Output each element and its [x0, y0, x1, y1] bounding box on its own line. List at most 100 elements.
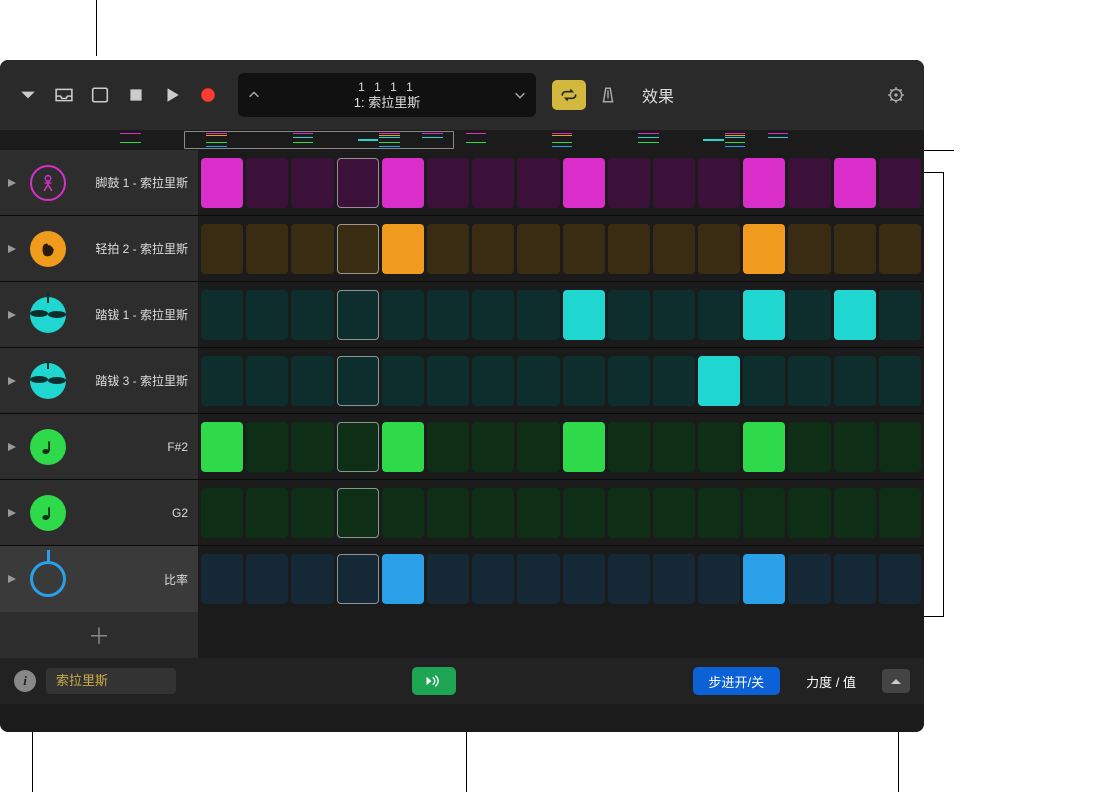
step-cell[interactable] [879, 158, 921, 208]
step-cell[interactable] [337, 158, 379, 208]
step-cell[interactable] [743, 158, 785, 208]
step-cell[interactable] [834, 422, 876, 472]
step-cell[interactable] [698, 290, 740, 340]
step-cell[interactable] [788, 356, 830, 406]
step-cell[interactable] [291, 422, 333, 472]
step-cell[interactable] [291, 158, 333, 208]
step-cell[interactable] [427, 290, 469, 340]
metronome-icon[interactable] [594, 81, 622, 109]
step-cell[interactable] [834, 356, 876, 406]
step-cell[interactable] [563, 158, 605, 208]
row-header[interactable]: 踏钹 1 - 索拉里斯 [0, 282, 198, 347]
step-cell[interactable] [834, 554, 876, 604]
step-cell[interactable] [743, 554, 785, 604]
step-cell[interactable] [201, 356, 243, 406]
menu-dropdown-icon[interactable] [14, 81, 42, 109]
step-cell[interactable] [788, 158, 830, 208]
step-cell[interactable] [382, 290, 424, 340]
step-cell[interactable] [608, 158, 650, 208]
step-cell[interactable] [427, 488, 469, 538]
row-play-icon[interactable] [0, 310, 24, 320]
row-header[interactable]: 轻拍 2 - 索拉里斯 [0, 216, 198, 281]
step-cell[interactable] [563, 488, 605, 538]
step-cell[interactable] [879, 488, 921, 538]
step-cell[interactable] [563, 290, 605, 340]
step-cell[interactable] [834, 290, 876, 340]
step-cell[interactable] [246, 356, 288, 406]
step-cell[interactable] [201, 488, 243, 538]
step-cell[interactable] [653, 554, 695, 604]
step-cell[interactable] [517, 158, 559, 208]
step-cell[interactable] [698, 158, 740, 208]
step-cell[interactable] [517, 488, 559, 538]
step-cell[interactable] [472, 224, 514, 274]
mode-velocity-value[interactable]: 力度 / 值 [790, 667, 872, 695]
step-cell[interactable] [743, 422, 785, 472]
step-cell[interactable] [879, 422, 921, 472]
step-cell[interactable] [427, 224, 469, 274]
step-cell[interactable] [608, 488, 650, 538]
step-cell[interactable] [427, 422, 469, 472]
row-play-icon[interactable] [0, 244, 24, 254]
settings-gear-icon[interactable] [882, 81, 910, 109]
step-cell[interactable] [382, 488, 424, 538]
stop-button[interactable] [122, 81, 150, 109]
step-cell[interactable] [472, 554, 514, 604]
step-cell[interactable] [291, 488, 333, 538]
row-play-icon[interactable] [0, 376, 24, 386]
step-cell[interactable] [291, 356, 333, 406]
step-cell[interactable] [382, 422, 424, 472]
step-cell[interactable] [563, 356, 605, 406]
record-button[interactable] [194, 81, 222, 109]
row-play-icon[interactable] [0, 178, 24, 188]
pattern-overview[interactable] [0, 130, 924, 150]
step-cell[interactable] [246, 290, 288, 340]
step-cell[interactable] [291, 290, 333, 340]
step-cell[interactable] [563, 422, 605, 472]
step-cell[interactable] [291, 554, 333, 604]
play-button[interactable] [158, 81, 186, 109]
step-cell[interactable] [879, 290, 921, 340]
row-header[interactable]: G2 [0, 480, 198, 545]
lcd-display[interactable]: 1 1 1 1 1: 索拉里斯 [238, 73, 536, 117]
row-play-icon[interactable] [0, 442, 24, 452]
step-cell[interactable] [834, 224, 876, 274]
step-cell[interactable] [201, 158, 243, 208]
step-cell[interactable] [698, 356, 740, 406]
step-cell[interactable] [653, 356, 695, 406]
row-play-icon[interactable] [0, 508, 24, 518]
step-cell[interactable] [337, 554, 379, 604]
step-cell[interactable] [427, 356, 469, 406]
view-icon[interactable] [86, 81, 114, 109]
step-cell[interactable] [382, 224, 424, 274]
step-cell[interactable] [743, 224, 785, 274]
step-cell[interactable] [246, 554, 288, 604]
step-cell[interactable] [743, 488, 785, 538]
step-cell[interactable] [517, 554, 559, 604]
step-cell[interactable] [834, 488, 876, 538]
step-cell[interactable] [201, 422, 243, 472]
step-cell[interactable] [517, 224, 559, 274]
step-cell[interactable] [879, 224, 921, 274]
step-cell[interactable] [337, 356, 379, 406]
row-header[interactable]: 比率 [0, 546, 198, 612]
step-cell[interactable] [608, 290, 650, 340]
step-cell[interactable] [608, 356, 650, 406]
step-cell[interactable] [563, 224, 605, 274]
step-cell[interactable] [427, 554, 469, 604]
step-cell[interactable] [472, 158, 514, 208]
step-cell[interactable] [246, 488, 288, 538]
step-cell[interactable] [653, 422, 695, 472]
step-cell[interactable] [382, 356, 424, 406]
info-icon[interactable]: i [14, 670, 36, 692]
step-cell[interactable] [653, 488, 695, 538]
step-cell[interactable] [472, 488, 514, 538]
mode-step-onoff[interactable]: 步进开/关 [693, 667, 781, 695]
step-cell[interactable] [291, 224, 333, 274]
fx-button[interactable]: 效果 [642, 83, 674, 107]
step-cell[interactable] [472, 290, 514, 340]
next-pattern-icon[interactable] [508, 83, 532, 107]
prev-pattern-icon[interactable] [242, 83, 266, 107]
step-cell[interactable] [201, 290, 243, 340]
step-cell[interactable] [201, 554, 243, 604]
